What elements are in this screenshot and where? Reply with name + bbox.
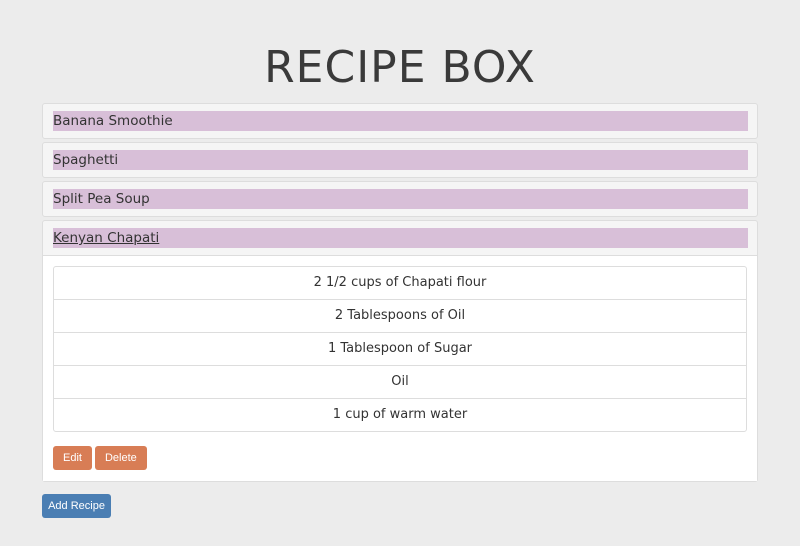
add-recipe-button[interactable]: Add Recipe: [42, 494, 111, 518]
ingredient-item: 2 Tablespoons of Oil: [54, 299, 746, 332]
recipe-panel-split-pea-soup: Split Pea Soup: [42, 181, 758, 217]
recipe-title[interactable]: Banana Smoothie: [53, 111, 748, 131]
recipe-panel-spaghetti: Spaghetti: [42, 142, 758, 178]
recipe-body: 2 1/2 cups of Chapati flour 2 Tablespoon…: [43, 255, 757, 481]
recipe-panel-banana-smoothie: Banana Smoothie: [42, 103, 758, 139]
recipe-panel-kenyan-chapati: Kenyan Chapati 2 1/2 cups of Chapati flo…: [42, 220, 758, 482]
ingredient-item: Oil: [54, 365, 746, 398]
ingredient-list: 2 1/2 cups of Chapati flour 2 Tablespoon…: [53, 266, 747, 432]
recipe-title[interactable]: Split Pea Soup: [53, 189, 748, 209]
edit-button[interactable]: Edit: [53, 446, 92, 470]
ingredient-item: 1 cup of warm water: [54, 398, 746, 431]
recipe-title[interactable]: Spaghetti: [53, 150, 748, 170]
page-title: RECIPE BOX: [264, 42, 536, 93]
recipe-title[interactable]: Kenyan Chapati: [53, 228, 748, 248]
ingredient-item: 1 Tablespoon of Sugar: [54, 332, 746, 365]
ingredient-item: 2 1/2 cups of Chapati flour: [313, 275, 487, 290]
delete-button[interactable]: Delete: [94, 446, 147, 470]
